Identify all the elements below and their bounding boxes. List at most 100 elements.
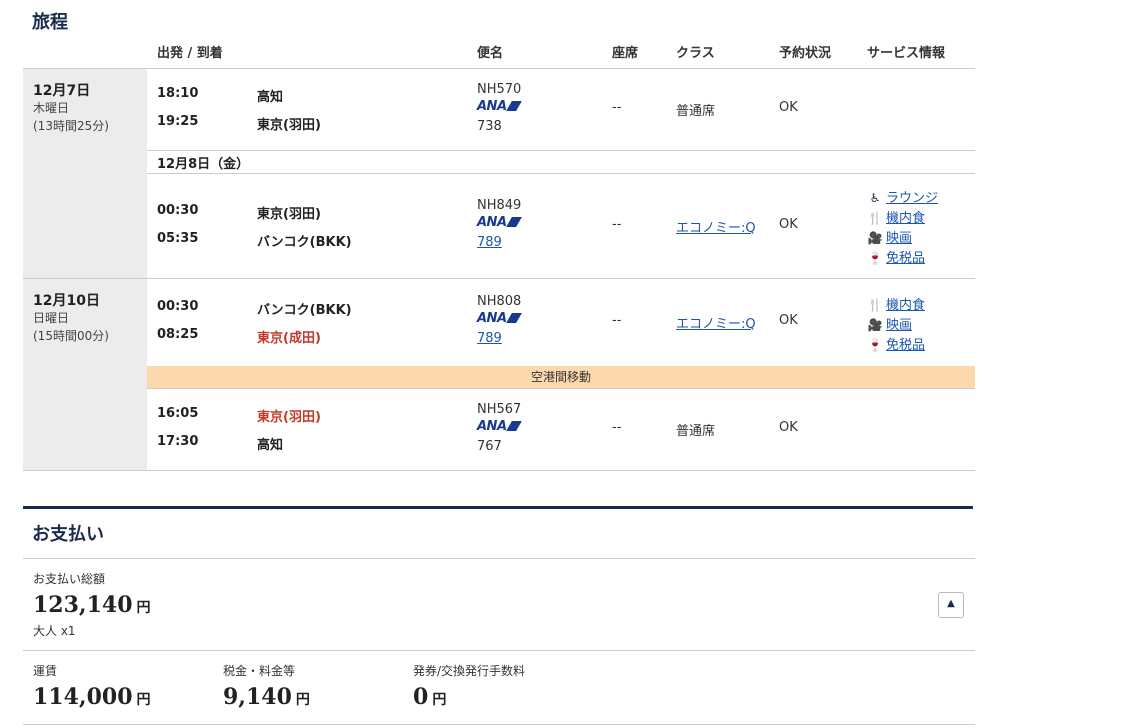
- arr-city: 東京(成田): [257, 331, 321, 346]
- arr-city: 東京(羽田): [257, 118, 321, 133]
- divider: [23, 724, 975, 725]
- aircraft-link[interactable]: 789: [477, 331, 502, 346]
- fare-amount-value: 114,000: [33, 684, 133, 710]
- day2-weekday: 日曜日: [33, 311, 70, 325]
- service-lounge-link[interactable]: ♿ ラウンジ: [867, 187, 938, 206]
- seat: --: [612, 313, 622, 328]
- ana-logo-text: ANA: [477, 311, 507, 326]
- seat: --: [612, 100, 622, 115]
- total-amount-value: 123,140: [33, 592, 133, 618]
- flight-number: NH808: [477, 294, 522, 309]
- status: OK: [779, 420, 798, 435]
- collapse-toggle-button[interactable]: ▲: [938, 592, 964, 618]
- service-label: 機内食: [886, 298, 926, 313]
- header-flight: 便名: [477, 46, 504, 61]
- dep-city: 東京(羽田): [257, 207, 321, 222]
- chevron-up-icon: ▲: [947, 598, 955, 609]
- header-service: サービス情報: [867, 46, 946, 61]
- fee-label: 発券/交換発行手数料: [413, 664, 526, 678]
- total-amount: 123,140 円: [33, 592, 151, 618]
- aircraft: 738: [477, 119, 502, 134]
- ana-logo-icon: ANA: [477, 215, 522, 230]
- arr-time: 05:35: [157, 231, 199, 246]
- dutyfree-icon: 🍷: [867, 338, 883, 352]
- meal-icon: 🍴: [867, 298, 883, 312]
- arr-time: 19:25: [157, 114, 199, 129]
- yen-unit: 円: [136, 600, 151, 616]
- yen-unit: 円: [432, 692, 447, 708]
- arr-time: 17:30: [157, 434, 199, 449]
- flight-number: NH849: [477, 198, 522, 213]
- ana-logo-text: ANA: [477, 99, 507, 114]
- class: 普通席: [676, 104, 716, 119]
- fee-amount-value: 0: [413, 684, 429, 710]
- aircraft: 767: [477, 439, 502, 454]
- fare-amount: 114,000 円: [33, 684, 151, 710]
- passenger-count: 大人 x1: [33, 624, 76, 638]
- service-label: ラウンジ: [886, 191, 939, 206]
- ana-logo-icon: ANA: [477, 99, 522, 114]
- day2-date: 12月10日: [33, 293, 100, 309]
- ana-logo-text: ANA: [477, 215, 507, 230]
- dutyfree-icon: 🍷: [867, 251, 883, 265]
- divider: [23, 558, 975, 559]
- arr-city: バンコク(BKK): [257, 235, 352, 250]
- payment-top-border: [23, 506, 973, 509]
- divider: [23, 470, 975, 471]
- dep-city: 高知: [257, 90, 284, 105]
- movie-icon: 🎥: [867, 231, 883, 245]
- class: 普通席: [676, 424, 716, 439]
- service-label: 免税品: [886, 338, 926, 353]
- meal-icon: 🍴: [867, 211, 883, 225]
- seat: --: [612, 420, 622, 435]
- divider: [147, 173, 975, 174]
- service-label: 免税品: [886, 251, 926, 266]
- seat: --: [612, 217, 622, 232]
- service-meal-link[interactable]: 🍴 機内食: [867, 294, 926, 313]
- airport-transfer-banner: 空港間移動: [147, 366, 975, 388]
- dep-time: 00:30: [157, 299, 199, 314]
- divider: [147, 150, 975, 151]
- dep-time: 16:05: [157, 406, 199, 421]
- arr-city: 高知: [257, 438, 284, 453]
- service-movie-link[interactable]: 🎥 映画: [867, 314, 913, 333]
- ana-logo-icon: ANA: [477, 311, 522, 326]
- tax-label: 税金・料金等: [223, 664, 296, 678]
- flight-number: NH570: [477, 82, 522, 97]
- class-link[interactable]: エコノミー:Q: [676, 313, 756, 332]
- itinerary-title: 旅程: [32, 12, 68, 33]
- header-seat: 座席: [612, 46, 639, 61]
- fee-amount: 0円: [413, 684, 446, 710]
- divider: [147, 388, 975, 389]
- service-label: 機内食: [886, 211, 926, 226]
- dep-city: 東京(羽田): [257, 410, 321, 425]
- service-movie-link[interactable]: 🎥 映画: [867, 227, 913, 246]
- ana-logo-icon: ANA: [477, 419, 522, 434]
- service-dutyfree-link[interactable]: 🍷 免税品: [867, 247, 926, 266]
- dep-city: バンコク(BKK): [257, 303, 352, 318]
- day1-weekday: 木曜日: [33, 101, 70, 115]
- class-link[interactable]: エコノミー:Q: [676, 217, 756, 236]
- service-label: 映画: [886, 231, 913, 246]
- service-label: 映画: [886, 318, 913, 333]
- yen-unit: 円: [295, 692, 310, 708]
- day1-duration: (13時間25分): [33, 119, 109, 133]
- service-meal-link[interactable]: 🍴 機内食: [867, 207, 926, 226]
- ana-logo-text: ANA: [477, 419, 507, 434]
- dep-time: 00:30: [157, 203, 199, 218]
- day2-duration: (15時間00分): [33, 329, 109, 343]
- total-label: お支払い総額: [33, 572, 106, 586]
- movie-icon: 🎥: [867, 318, 883, 332]
- connection-date: 12月8日（金）: [157, 157, 250, 172]
- fare-label: 運賃: [33, 664, 58, 678]
- day1-date: 12月7日: [33, 83, 91, 99]
- header-status: 予約状況: [779, 46, 832, 61]
- divider: [23, 68, 975, 69]
- tax-amount-value: 9,140: [223, 684, 292, 710]
- service-dutyfree-link[interactable]: 🍷 免税品: [867, 334, 926, 353]
- lounge-icon: ♿: [869, 191, 881, 205]
- divider: [23, 650, 975, 651]
- header-class: クラス: [676, 46, 715, 61]
- arr-time: 08:25: [157, 327, 199, 342]
- aircraft-link[interactable]: 789: [477, 235, 502, 250]
